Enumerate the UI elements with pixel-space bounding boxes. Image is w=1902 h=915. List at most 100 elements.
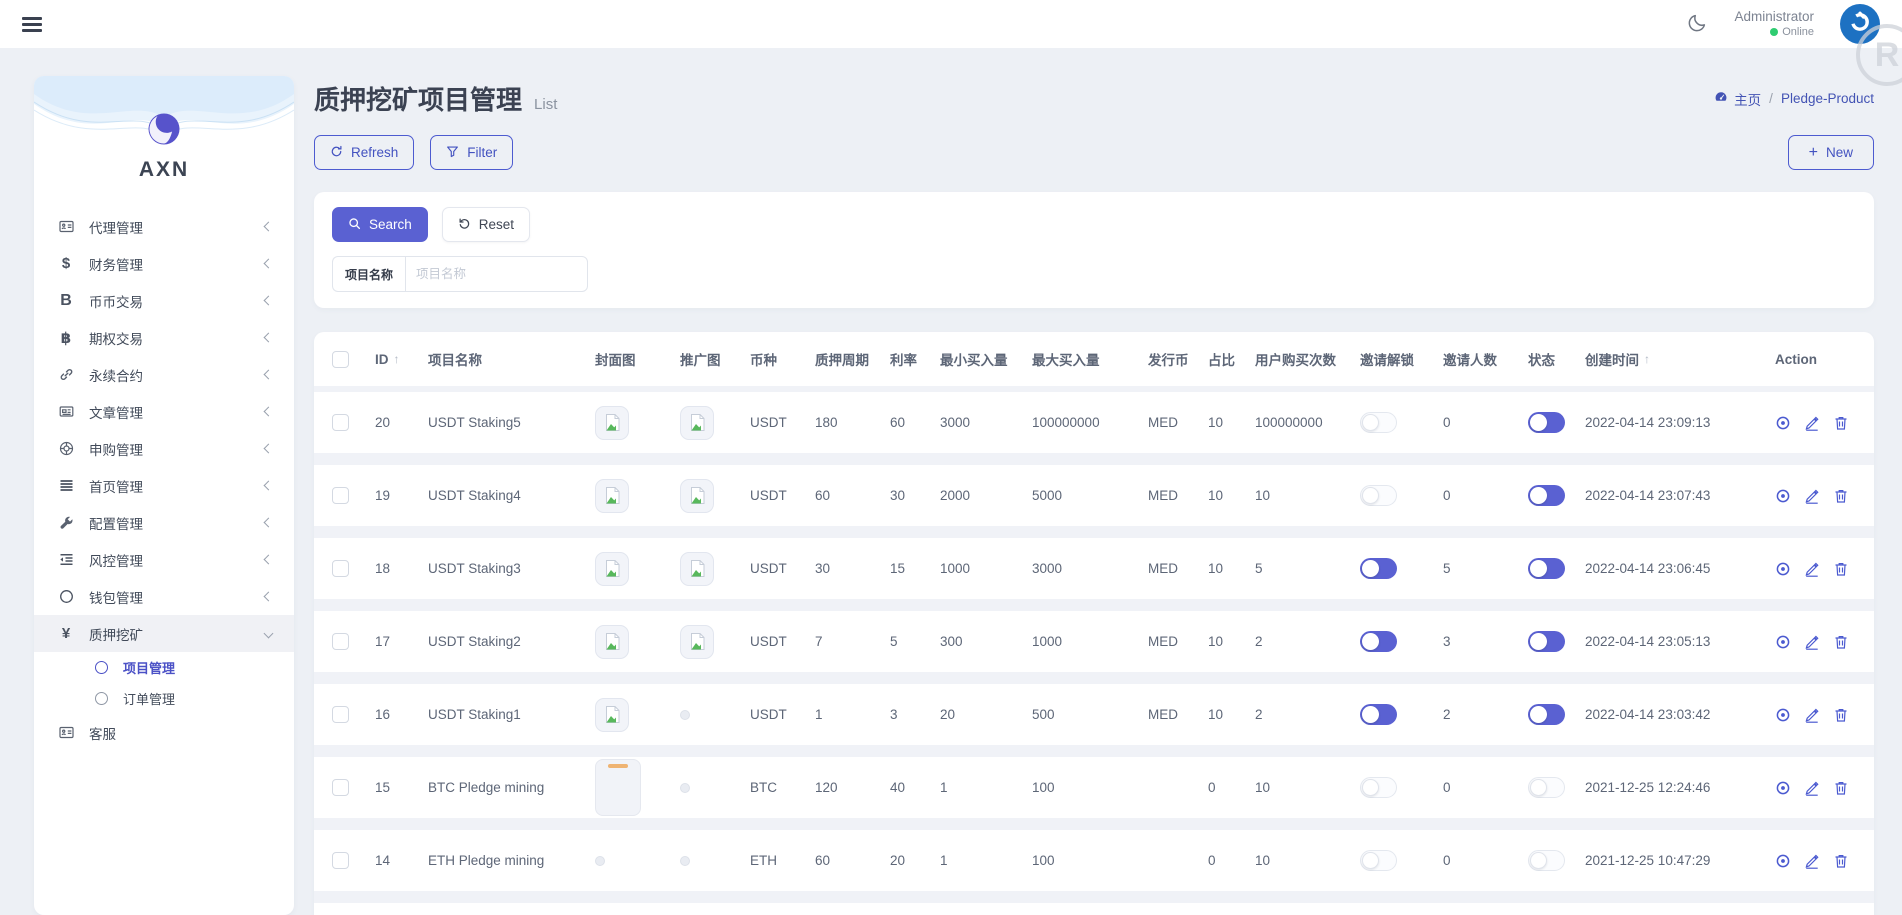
projects-table: ID↑项目名称封面图推广图币种质押周期利率最小买入量最大买入量发行币占比用户购买… [314,332,1874,915]
delete-icon[interactable] [1833,707,1849,723]
invite-unlock-toggle[interactable] [1360,850,1397,871]
invite-unlock-toggle[interactable] [1360,704,1397,725]
action-cell [1775,415,1856,431]
page-title: 质押挖矿项目管理 [314,80,522,117]
search-panel: Search Reset 项目名称 [314,192,1874,308]
invite-unlock-toggle[interactable] [1360,777,1397,798]
invite-unlock-toggle[interactable] [1360,558,1397,579]
refresh-button[interactable]: Refresh [314,135,414,170]
sidebar-item-5[interactable]: 文章管理 [34,393,294,430]
sidebar-item-1[interactable]: $财务管理 [34,245,294,282]
view-icon[interactable] [1775,488,1791,504]
row-checkbox[interactable] [332,414,349,431]
row-checkbox[interactable] [332,487,349,504]
delete-icon[interactable] [1833,634,1849,650]
menu-toggle-icon[interactable] [22,14,42,35]
row-checkbox[interactable] [332,852,349,869]
cover-image-icon [595,479,629,513]
row-checkbox[interactable] [332,633,349,650]
id-cell: 19 [375,488,428,503]
sidebar-item-12[interactable]: 客服 [34,714,294,751]
sidebar-subitem-0[interactable]: 项目管理 [34,652,294,683]
delete-icon[interactable] [1833,853,1849,869]
sidebar-subitem-1[interactable]: 订单管理 [34,683,294,714]
delete-icon[interactable] [1833,561,1849,577]
row-checkbox[interactable] [332,706,349,723]
edit-icon[interactable] [1804,488,1820,504]
delete-icon[interactable] [1833,780,1849,796]
cover-cell [595,406,680,440]
invite-unlock-toggle[interactable] [1360,485,1397,506]
view-icon[interactable] [1775,561,1791,577]
unlock-cell [1360,412,1443,433]
promo-header: 推广图 [680,349,750,369]
view-icon[interactable] [1775,634,1791,650]
status-toggle[interactable] [1528,558,1565,579]
created-header[interactable]: 创建时间↑ [1585,349,1775,369]
rate-cell: 40 [890,780,940,795]
edit-icon[interactable] [1804,561,1820,577]
view-icon[interactable] [1775,415,1791,431]
reset-button[interactable]: Reset [442,207,530,242]
edit-icon[interactable] [1804,707,1820,723]
sidebar-item-9[interactable]: 风控管理 [34,541,294,578]
status-toggle[interactable] [1528,485,1565,506]
invites-cell: 2 [1443,707,1528,722]
dark-mode-toggle[interactable] [1688,12,1708,37]
sidebar-item-2[interactable]: B币币交易 [34,282,294,319]
view-icon[interactable] [1775,853,1791,869]
sidebar-item-0[interactable]: 代理管理 [34,208,294,245]
table-row: 13USDT Pledge miningUSDT1151001000001002… [314,903,1874,915]
sidebar-item-7[interactable]: 首页管理 [34,467,294,504]
status-toggle[interactable] [1528,631,1565,652]
edit-icon[interactable] [1804,634,1820,650]
status-header: 状态 [1528,349,1585,369]
project-name-label: 项目名称 [332,256,405,292]
breadcrumb-home-link[interactable]: 主页 [1714,89,1761,109]
period-cell: 60 [815,853,890,868]
row-checkbox[interactable] [332,779,349,796]
status-toggle[interactable] [1528,704,1565,725]
delete-icon[interactable] [1833,488,1849,504]
delete-icon[interactable] [1833,415,1849,431]
edit-icon[interactable] [1804,415,1820,431]
row-checkbox[interactable] [332,560,349,577]
id-header[interactable]: ID↑ [375,352,428,367]
status-toggle[interactable] [1528,850,1565,871]
name-cell: USDT Staking4 [428,488,595,503]
search-button[interactable]: Search [332,207,428,242]
sidebar-item-3[interactable]: ฿期权交易 [34,319,294,356]
chevron-left-icon [264,222,274,232]
action-cell [1775,780,1856,796]
rate-cell: 20 [890,853,940,868]
edit-icon[interactable] [1804,853,1820,869]
circle-icon [56,589,76,604]
new-button[interactable]: + New [1788,135,1874,170]
invites-cell: 0 [1443,780,1528,795]
sidebar-item-8[interactable]: 配置管理 [34,504,294,541]
brand-name: AXN [34,158,294,182]
chevron-left-icon [264,407,274,417]
promo-placeholder-dot [680,856,690,866]
invite-unlock-toggle[interactable] [1360,412,1397,433]
period-cell: 180 [815,415,890,430]
cover-cell [595,759,680,816]
status-toggle[interactable] [1528,412,1565,433]
status-toggle[interactable] [1528,777,1565,798]
filter-button[interactable]: Filter [430,135,513,170]
ratio-cell: 0 [1208,780,1255,795]
check-header[interactable] [332,351,375,368]
view-icon[interactable] [1775,707,1791,723]
breadcrumb-current[interactable]: Pledge-Product [1781,91,1874,106]
period-cell: 60 [815,488,890,503]
edit-icon[interactable] [1804,780,1820,796]
sidebar-item-6[interactable]: 申购管理 [34,430,294,467]
invites-cell: 0 [1443,415,1528,430]
view-icon[interactable] [1775,780,1791,796]
project-name-input[interactable] [405,256,588,292]
sidebar-item-10[interactable]: 钱包管理 [34,578,294,615]
invite-unlock-toggle[interactable] [1360,631,1397,652]
select-all-checkbox[interactable] [332,351,349,368]
sidebar-item-4[interactable]: 永续合约 [34,356,294,393]
sidebar-item-11[interactable]: ¥质押挖矿 [34,615,294,652]
